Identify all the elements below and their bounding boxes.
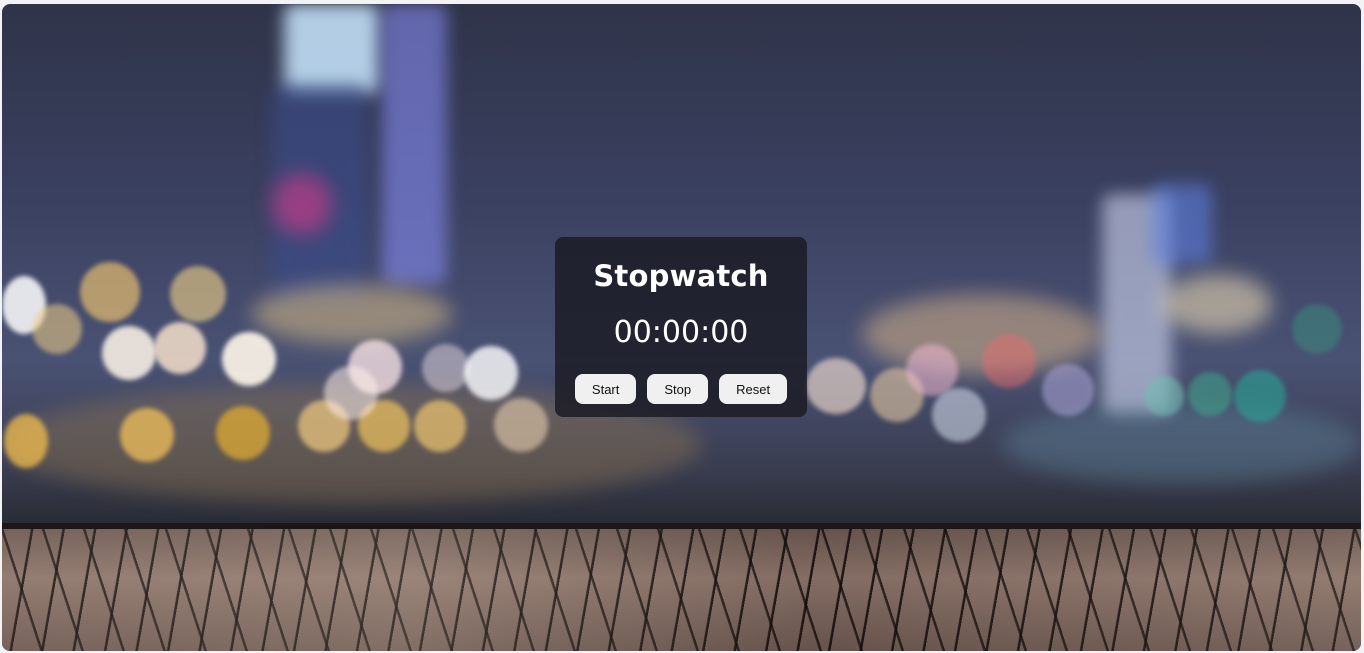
start-button[interactable]: Start bbox=[574, 374, 637, 404]
stop-button[interactable]: Stop bbox=[647, 374, 709, 404]
stopwatch-panel: Stopwatch 00:00:00 Start Stop Reset bbox=[555, 237, 807, 417]
wooden-deck bbox=[2, 523, 1361, 651]
reset-button[interactable]: Reset bbox=[719, 374, 788, 404]
app-frame: Stopwatch 00:00:00 Start Stop Reset bbox=[2, 4, 1361, 651]
stopwatch-title: Stopwatch bbox=[593, 259, 769, 293]
button-group: Start Stop Reset bbox=[555, 374, 807, 404]
time-display: 00:00:00 bbox=[613, 315, 749, 350]
